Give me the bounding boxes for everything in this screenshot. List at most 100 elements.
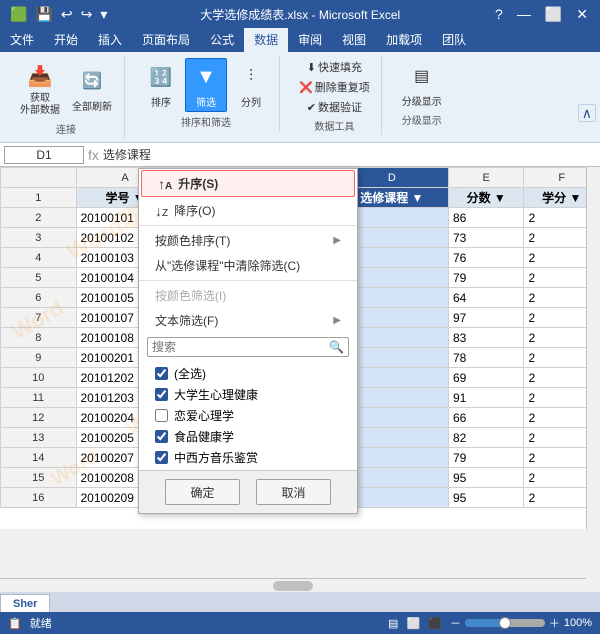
text-filter-item[interactable]: 文本筛选(F) ▶ — [139, 308, 357, 333]
sort-button[interactable]: 🔢 排序 — [141, 59, 181, 111]
check-shijian-item[interactable]: 食品健康学 — [139, 426, 357, 447]
dropdown-qat-icon[interactable]: ▾ — [98, 6, 109, 23]
text-filter-arrow-icon: ▶ — [333, 315, 341, 326]
window-controls: ? — ⬜ ✕ — [491, 6, 592, 23]
col-header-E[interactable]: E — [448, 168, 524, 188]
check-xinli-label: 大学生心理健康 — [174, 386, 258, 403]
zoom-minus-icon[interactable]: － — [450, 615, 461, 631]
tab-data[interactable]: 数据 — [244, 28, 288, 52]
quick-access-toolbar: 🟩 💾 ↩ ↪ ▾ — [8, 6, 109, 23]
search-icon: 🔍 — [329, 340, 344, 354]
sort-descending-label: 降序(O) — [174, 202, 215, 219]
confirm-button[interactable]: 确定 — [165, 479, 240, 505]
undo-icon[interactable]: ↩ — [59, 6, 75, 23]
menu-sep-1 — [139, 225, 357, 226]
ribbon-tabs: 文件 开始 插入 页面布局 公式 数据 审阅 视图 加载项 团队 — [0, 28, 600, 52]
tab-addins[interactable]: 加载项 — [376, 28, 432, 52]
zoom-level: 100% — [564, 617, 592, 629]
excel-logo-icon: 🟩 — [8, 6, 29, 23]
connection-group-label: 连接 — [56, 119, 76, 136]
ribbon-collapse-button[interactable]: ∧ — [578, 104, 596, 122]
status-right: ▤ ⬜ ⬛ － ＋ 100% — [388, 615, 592, 631]
filter-footer: 确定 取消 — [139, 470, 357, 513]
check-yinyue-checkbox[interactable] — [155, 451, 168, 464]
ribbon-content: 📥 获取外部数据 🔄 全部刷新 连接 🔢 排序 ▼ 筛选 ⫶ 分列 — [0, 52, 600, 143]
tab-home[interactable]: 开始 — [44, 28, 88, 52]
formula-sep: fx — [88, 147, 99, 163]
formula-bar: fx — [0, 143, 600, 167]
help-button[interactable]: ? — [491, 6, 507, 22]
get-external-data-button[interactable]: 📥 获取外部数据 — [16, 58, 64, 119]
check-shijian-checkbox[interactable] — [155, 430, 168, 443]
check-xinli-checkbox[interactable] — [155, 388, 168, 401]
check-shijian-label: 食品健康学 — [174, 428, 234, 445]
vertical-scrollbar[interactable] — [586, 167, 600, 529]
view-layout-icon[interactable]: ⬜ — [406, 617, 420, 630]
text-filter-label: 文本筛选(F) — [155, 312, 218, 329]
sort-ascending-item[interactable]: ↑A 升序(S) — [141, 170, 355, 197]
ribbon-group-sort-filter: 🔢 排序 ▼ 筛选 ⫶ 分列 排序和筛选 — [133, 56, 280, 131]
formula-input[interactable] — [103, 148, 596, 162]
minimize-button[interactable]: — — [513, 6, 535, 22]
tab-insert[interactable]: 插入 — [88, 28, 132, 52]
ribbon-group-connection: 📥 获取外部数据 🔄 全部刷新 连接 — [8, 56, 125, 138]
tab-formulas[interactable]: 公式 — [200, 28, 244, 52]
get-external-data-icon: 📥 — [24, 60, 56, 92]
tab-view[interactable]: 视图 — [332, 28, 376, 52]
clear-filter-item[interactable]: 从"选修课程"中清除筛选(C) — [139, 253, 357, 278]
clear-filter-label: 从"选修课程"中清除筛选(C) — [155, 257, 300, 274]
check-all-item[interactable]: (全选) — [139, 363, 357, 384]
check-lian-label: 恋爱心理学 — [174, 407, 234, 424]
outline-button[interactable]: ▤ 分级显示 — [398, 58, 446, 110]
submenu-arrow-icon: ▶ — [333, 235, 341, 246]
sort-ascending-label: 升序(S) — [178, 175, 218, 192]
check-xinli-item[interactable]: 大学生心理健康 — [139, 384, 357, 405]
close-button[interactable]: ✕ — [572, 6, 592, 23]
tab-team[interactable]: 团队 — [432, 28, 476, 52]
corner-cell — [1, 168, 77, 188]
check-all-label: (全选) — [174, 365, 206, 382]
check-all-checkbox[interactable] — [155, 367, 168, 380]
data-validation-button[interactable]: ✔ 数据验证 — [304, 98, 365, 116]
view-page-icon[interactable]: ⬛ — [428, 617, 442, 630]
cancel-button[interactable]: 取消 — [256, 479, 331, 505]
status-bar: 📋 就绪 ▤ ⬜ ⬛ － ＋ 100% — [0, 612, 600, 634]
tab-file[interactable]: 文件 — [0, 28, 44, 52]
flash-fill-button[interactable]: ⬇ 快速填充 — [304, 58, 365, 76]
filter-search-input[interactable] — [152, 340, 329, 354]
check-lian-item[interactable]: 恋爱心理学 — [139, 405, 357, 426]
sort-descending-item[interactable]: ↓Z 降序(O) — [139, 198, 357, 223]
refresh-icon: 🔄 — [76, 65, 108, 97]
zoom-plus-icon[interactable]: ＋ — [549, 615, 560, 631]
check-yinyue-item[interactable]: 中西方音乐鉴赏 — [139, 447, 357, 468]
filter-by-color-item: 按颜色筛选(I) — [139, 283, 357, 308]
filter-button[interactable]: ▼ 筛选 — [185, 58, 227, 112]
check-lian-checkbox[interactable] — [155, 409, 168, 422]
text-to-columns-button[interactable]: ⫶ 分列 — [231, 59, 271, 111]
zoom-slider[interactable] — [465, 619, 545, 627]
tab-review[interactable]: 审阅 — [288, 28, 332, 52]
header-fenshu[interactable]: 分数 ▼ — [448, 188, 524, 208]
save-icon[interactable]: 💾 — [33, 6, 54, 23]
filter-dropdown-menu: ↑A 升序(S) ↓Z 降序(O) 按颜色排序(T) ▶ 从"选修课程"中清除筛… — [138, 168, 358, 514]
sort-by-color-item[interactable]: 按颜色排序(T) ▶ — [139, 228, 357, 253]
sheet-tabs-bar: Sher — [0, 592, 600, 612]
tab-pagelayout[interactable]: 页面布局 — [132, 28, 200, 52]
remove-duplicates-button[interactable]: ❌ 删除重复项 — [296, 78, 373, 96]
name-box[interactable] — [4, 146, 84, 164]
sort-asc-icon: ↑A — [158, 176, 172, 192]
refresh-all-button[interactable]: 🔄 全部刷新 — [68, 63, 116, 115]
zoom-thumb[interactable] — [499, 617, 511, 629]
redo-icon[interactable]: ↪ — [79, 6, 95, 23]
text-to-columns-icon: ⫶ — [235, 61, 267, 93]
menu-sep-2 — [139, 280, 357, 281]
horizontal-scrollbar[interactable] — [0, 578, 586, 592]
view-normal-icon[interactable]: ▤ — [388, 617, 398, 630]
sheet-tab-sher[interactable]: Sher — [0, 594, 50, 612]
filter-checklist: (全选) 大学生心理健康 恋爱心理学 食品健康学 中西方音乐鉴赏 — [139, 361, 357, 470]
h-scroll-thumb[interactable] — [273, 581, 313, 591]
sort-icon: 🔢 — [145, 61, 177, 93]
outline-group-label: 分级显示 — [402, 110, 442, 127]
filter-by-color-label: 按颜色筛选(I) — [155, 287, 226, 304]
maximize-button[interactable]: ⬜ — [541, 6, 566, 23]
